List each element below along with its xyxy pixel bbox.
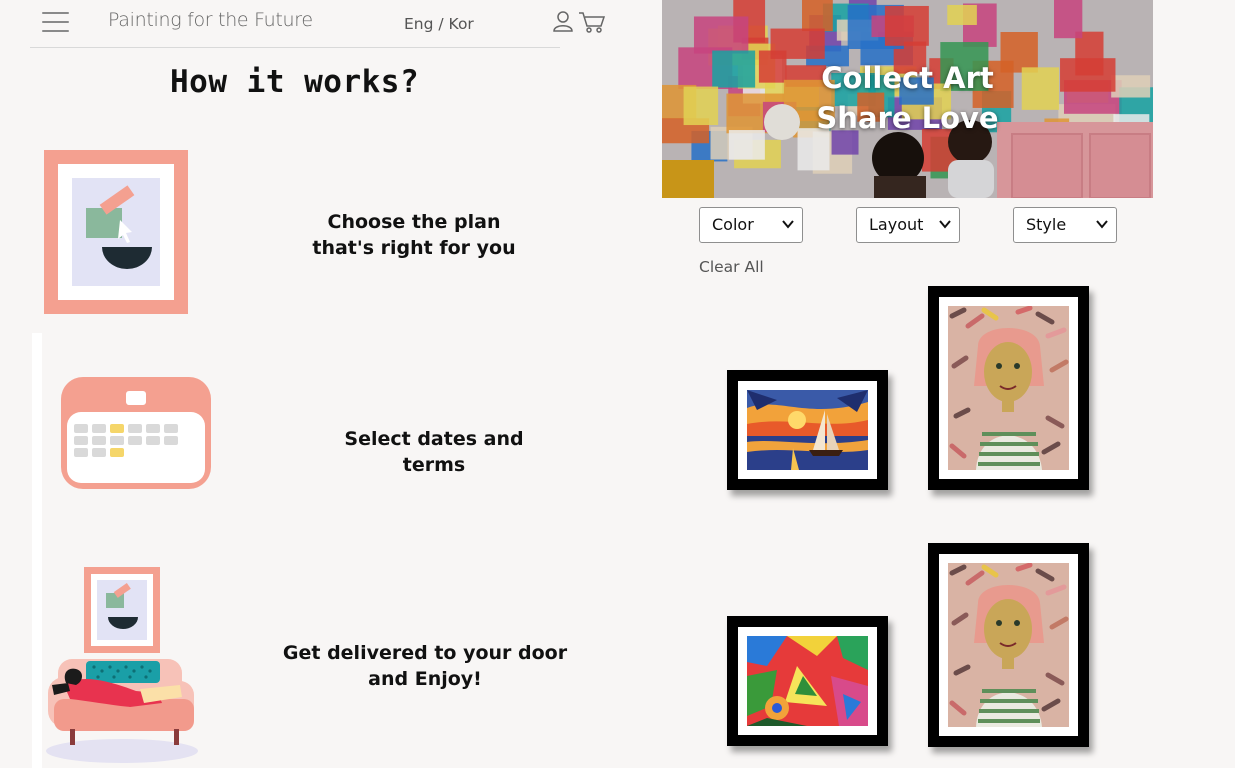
calendar-day-cell [74,448,88,457]
step-2-text: Select dates and terms [310,426,558,478]
layout-filter-select[interactable]: Layout [856,207,960,243]
calendar-day-cell [128,436,142,445]
delivery-sofa-icon [46,567,198,763]
chevron-down-icon [782,220,794,229]
menu-icon[interactable] [42,12,69,34]
calendar-icon [61,377,211,489]
language-switcher: Eng / Kor [404,15,474,33]
calendar-day-cell [92,436,106,445]
hero-line-1: Collect Art [821,61,994,95]
page-title: How it works? [170,64,420,100]
gallery-item-abstract[interactable] [727,616,888,746]
calendar-day-cell [128,424,142,433]
step-2-line-1: Select dates and terms [344,428,524,476]
step-3-line-1: Get delivered to your door [282,642,568,664]
calendar-day-cell [146,436,160,445]
lang-separator: / [433,15,449,33]
style-filter-label: Style [1026,215,1067,234]
step-1-line-2: that's right for you [312,237,516,259]
brand-logo[interactable]: Painting for the Future [108,9,313,31]
color-filter-label: Color [712,215,754,234]
abstract-colorful-painting [747,636,868,726]
step-3-text: Get delivered to your door and Enjoy! [280,640,570,692]
gallery-item-portrait-2[interactable] [928,543,1089,747]
hero-line-2: Share Love [816,101,999,135]
girl-portrait-painting [948,306,1069,470]
hero-text: Collect Art Share Love [662,58,1153,138]
clear-all-link[interactable]: Clear All [699,258,764,276]
cart-icon[interactable] [578,10,606,34]
calendar-day-cell [110,436,124,445]
user-icon[interactable] [551,9,575,33]
step-1-text: Choose the plan that's right for you [300,209,528,261]
style-filter-select[interactable]: Style [1013,207,1117,243]
calendar-day-cell [164,424,178,433]
lang-eng-link[interactable]: Eng [404,15,433,33]
calendar-day-cell [110,448,124,457]
lang-kor-link[interactable]: Kor [449,15,474,33]
calendar-day-cell [92,424,106,433]
gallery-item-sunset[interactable] [727,370,888,490]
calendar-day-cell [146,424,160,433]
chevron-down-icon [1096,220,1108,229]
girl-portrait-painting [948,563,1069,727]
step-3-line-2: and Enjoy! [368,668,482,690]
calendar-day-cell [164,436,178,445]
layout-filter-label: Layout [869,215,924,234]
chevron-down-icon [939,220,951,229]
calendar-day-cell [110,424,124,433]
gallery-item-portrait-1[interactable] [928,286,1089,490]
sunset-sailboat-painting [747,390,868,470]
step-1-line-1: Choose the plan [327,211,501,233]
calendar-day-cell [74,424,88,433]
color-filter-select[interactable]: Color [699,207,803,243]
calendar-day-cell [74,436,88,445]
framed-art-icon [44,150,188,314]
header-divider [30,47,560,48]
calendar-day-cell [92,448,106,457]
